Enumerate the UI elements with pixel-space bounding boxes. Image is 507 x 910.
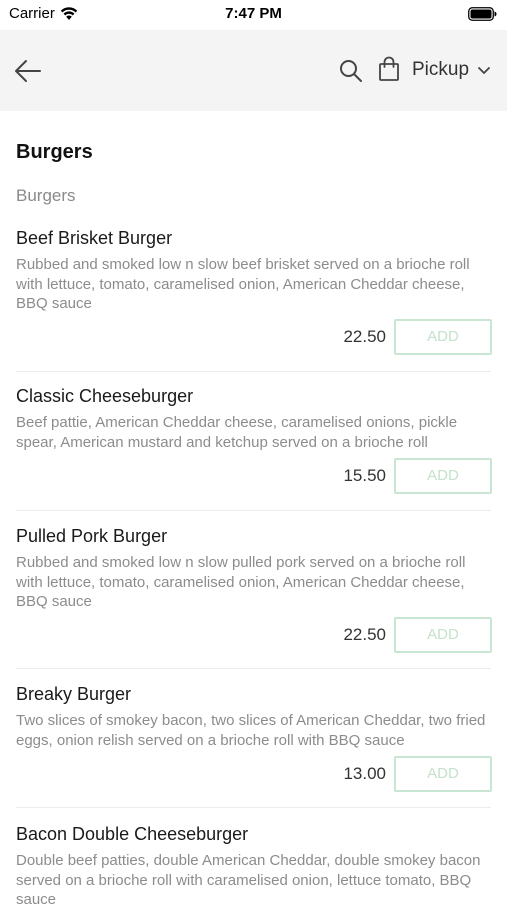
back-button[interactable]: [12, 55, 44, 87]
divider: [16, 371, 491, 372]
search-icon: [340, 60, 362, 82]
status-bar: Carrier 7:47 PM: [0, 0, 507, 30]
add-button[interactable]: ADD: [394, 617, 492, 653]
cart-button[interactable]: [378, 56, 400, 82]
item-description: Double beef patties, double American Che…: [16, 852, 481, 908]
item-name: Classic Cheeseburger: [16, 386, 194, 406]
category-title: Burgers: [16, 141, 93, 163]
item-price: 22.50: [343, 327, 386, 346]
item-description: Rubbed and smoked low n slow beef briske…: [16, 256, 470, 312]
add-button[interactable]: ADD: [394, 756, 492, 792]
divider: [16, 510, 491, 511]
item-price: 22.50: [343, 625, 386, 644]
item-price: 13.00: [343, 764, 386, 783]
order-mode-label: Pickup: [412, 59, 470, 80]
order-mode-select[interactable]: Pickup: [412, 59, 491, 81]
status-time: 7:47 PM: [225, 5, 282, 22]
item-description: Beef pattie, American Cheddar cheese, ca…: [16, 414, 458, 451]
add-button[interactable]: ADD: [394, 458, 492, 494]
search-button[interactable]: [338, 58, 364, 84]
shopping-bag-icon: [379, 56, 399, 81]
chevron-down-icon: [478, 67, 490, 74]
item-name: Pulled Pork Burger: [16, 526, 168, 546]
back-arrow-icon: [15, 60, 41, 82]
battery-icon: [468, 7, 497, 21]
divider: [16, 807, 491, 808]
nav-bar: Pickup: [0, 30, 507, 111]
item-description: Two slices of smokey bacon, two slices o…: [16, 712, 486, 749]
subcategory-title: Burgers: [16, 186, 76, 205]
item-description: Rubbed and smoked low n slow pulled pork…: [16, 554, 466, 610]
item-name: Beef Brisket Burger: [16, 228, 173, 248]
item-price: 15.50: [343, 466, 386, 485]
item-name: Bacon Double Cheeseburger: [16, 824, 249, 844]
item-name: Breaky Burger: [16, 684, 132, 704]
divider: [16, 668, 491, 669]
add-button[interactable]: ADD: [394, 319, 492, 355]
